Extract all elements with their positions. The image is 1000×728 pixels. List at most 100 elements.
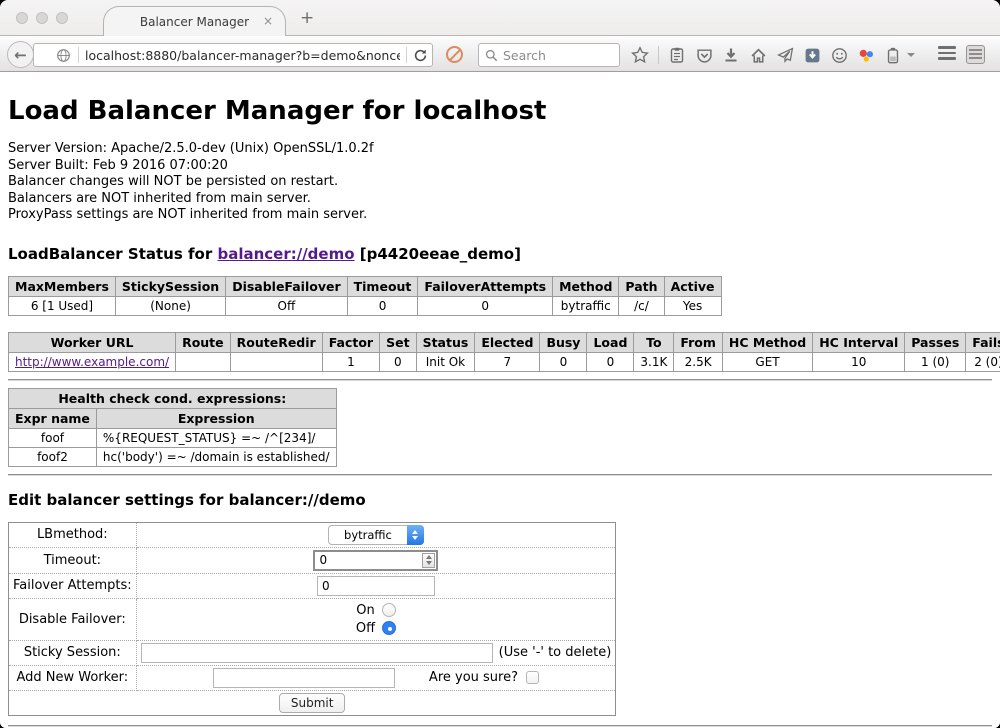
health-check-table: Health check cond. expressions: Expr nam… (8, 388, 337, 467)
search-placeholder[interactable]: Search (503, 48, 546, 63)
cell-passes: 1 (0) (905, 352, 966, 371)
col-status: Status (416, 332, 475, 352)
bookmark-star-icon[interactable] (631, 46, 649, 64)
server-info: Server Version: Apache/2.5.0-dev (Unix) … (8, 141, 992, 224)
reload-button[interactable] (413, 48, 428, 63)
table-header-row: MaxMembers StickySession DisableFailover… (9, 276, 722, 296)
cell-status: Init Ok (416, 352, 475, 371)
cell-hc-method: GET (722, 352, 812, 371)
pocket-icon[interactable] (695, 46, 713, 64)
zoom-window-button[interactable] (56, 12, 68, 24)
cell-disablefailover: Off (226, 296, 347, 315)
server-version-line: Server Version: Apache/2.5.0-dev (Unix) … (8, 141, 992, 158)
worker-url-link[interactable]: http://www.example.com/ (15, 355, 169, 369)
disable-failover-off-radio[interactable] (382, 621, 396, 635)
table-row: foof %{REQUEST_STATUS} =~ /^[234]/ (9, 428, 337, 447)
extension-colored-dots-icon[interactable] (857, 46, 875, 64)
screenshot-extension-icon[interactable] (966, 45, 985, 64)
cell-timeout: 0 (347, 296, 418, 315)
new-tab-button[interactable]: + (300, 8, 314, 28)
col-hc-interval: HC Interval (813, 332, 905, 352)
cell-method: bytraffic (553, 296, 619, 315)
downloads-icon[interactable] (722, 46, 740, 64)
col-failoverattempts: FailoverAttempts (418, 276, 553, 296)
col-stickysession: StickySession (115, 276, 225, 296)
cell-load: 0 (587, 352, 634, 371)
globe-icon (54, 46, 72, 64)
form-row-disable-failover: Disable Failover: On Off (9, 598, 616, 640)
are-you-sure-label: Are you sure? (429, 670, 518, 685)
cell-expression: hc('body') =~ /domain is established/ (96, 447, 336, 466)
health-table-title: Health check cond. expressions: (9, 388, 337, 408)
minimize-window-button[interactable] (36, 12, 48, 24)
navigation-toolbar: ← localhost:8880/balancer-manager?b=demo… (0, 37, 1000, 72)
timeout-input[interactable] (313, 550, 438, 571)
col-load: Load (587, 332, 634, 352)
section-divider (8, 474, 992, 476)
select-stepper-icon (407, 525, 424, 545)
sticky-session-label: Sticky Session: (9, 640, 137, 665)
cell-fails: 2 (0) (966, 352, 1000, 371)
table-header-row: Expr name Expression (9, 408, 337, 428)
are-you-sure-checkbox[interactable] (526, 671, 539, 684)
tab-bar: Balancer Manager × + (0, 0, 1000, 36)
col-routeredir: RouteRedir (230, 332, 322, 352)
sticky-session-hint: (Use '-' to delete) (493, 645, 612, 660)
col-route: Route (176, 332, 231, 352)
col-maxmembers: MaxMembers (9, 276, 116, 296)
search-icon (485, 49, 498, 62)
cell-active: Yes (664, 296, 721, 315)
chevron-down-icon[interactable] (907, 53, 915, 57)
content-blocked-icon[interactable] (446, 46, 463, 63)
proxypass-notice-line: ProxyPass settings are NOT inherited fro… (8, 207, 992, 224)
col-from: From (674, 332, 723, 352)
toolbar-icons (631, 43, 915, 67)
feedback-smiley-icon[interactable] (830, 46, 848, 64)
cell-set: 0 (380, 352, 416, 371)
status-heading-suffix: [p4420eeae_demo] (355, 245, 521, 263)
failover-attempts-input[interactable] (317, 576, 435, 596)
cell-failoverattempts: 0 (418, 296, 553, 315)
form-row-submit: Submit (9, 690, 616, 715)
home-icon[interactable] (749, 46, 767, 64)
disable-failover-on-radio[interactable] (382, 603, 396, 617)
toolbar-divider (658, 46, 659, 64)
worker-status-table: Worker URL Route RouteRedir Factor Set S… (8, 332, 1000, 372)
section-divider (8, 379, 992, 381)
cell-routeredir (230, 352, 322, 371)
reading-list-icon[interactable] (668, 46, 686, 64)
col-factor: Factor (322, 332, 379, 352)
back-button[interactable]: ← (7, 41, 34, 68)
loadbalancer-status-heading: LoadBalancer Status for balancer://demo … (8, 245, 992, 263)
balancer-demo-link[interactable]: balancer://demo (217, 245, 354, 263)
url-bar[interactable]: localhost:8880/balancer-manager?b=demo&n… (33, 43, 433, 67)
radio-on-label: On (356, 603, 374, 618)
table-row: http://www.example.com/ 1 0 Init Ok 7 0 … (9, 352, 1000, 371)
url-text[interactable]: localhost:8880/balancer-manager?b=demo&n… (85, 48, 400, 63)
lbmethod-selected-value: bytraffic (329, 528, 407, 542)
send-tab-icon[interactable] (776, 46, 794, 64)
search-bar[interactable]: Search (478, 43, 620, 67)
form-row-failover-attempts: Failover Attempts: (9, 573, 616, 598)
lbmethod-select[interactable]: bytraffic (328, 525, 424, 545)
sticky-session-input[interactable] (141, 643, 493, 663)
page-content: Load Balancer Manager for localhost Serv… (0, 72, 1000, 728)
cell-hc-interval: 10 (813, 352, 905, 371)
menu-button[interactable] (938, 46, 956, 60)
status-heading-prefix: LoadBalancer Status for (8, 245, 217, 263)
table-row: foof2 hc('body') =~ /domain is establish… (9, 447, 337, 466)
cell-factor: 1 (322, 352, 379, 371)
battery-extension-icon[interactable] (884, 46, 902, 64)
close-window-button[interactable] (16, 12, 28, 24)
number-spinner-icon[interactable] (422, 553, 435, 568)
lbmethod-label: LBmethod: (9, 522, 137, 547)
submit-button[interactable]: Submit (279, 693, 346, 713)
cell-to: 3.1K (634, 352, 674, 371)
cell-expr-name: foof2 (9, 447, 97, 466)
col-expr-name: Expr name (9, 408, 97, 428)
cell-route (176, 352, 231, 371)
save-to-device-icon[interactable] (803, 46, 821, 64)
add-worker-input[interactable] (213, 668, 395, 688)
tab-close-icon[interactable]: × (263, 14, 273, 28)
tab-balancer-manager[interactable]: Balancer Manager × (103, 6, 286, 36)
